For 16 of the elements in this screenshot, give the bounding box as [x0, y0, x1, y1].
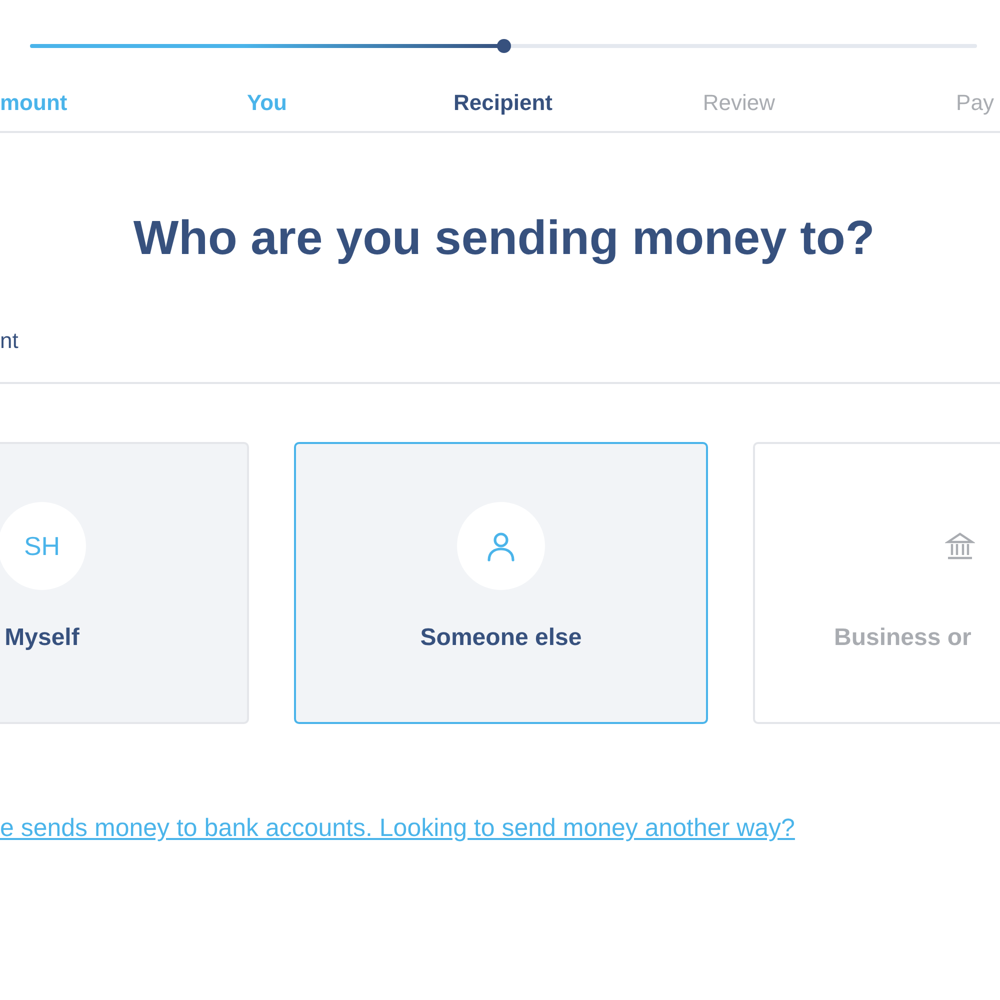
progress-dot	[496, 39, 510, 53]
step-label[interactable]: Pay	[956, 90, 994, 116]
option-label: Business or	[834, 624, 972, 652]
step-label[interactable]: Recipient	[453, 90, 553, 116]
send-another-way-link[interactable]: e sends money to bank accounts. Looking to send money another way?	[0, 814, 1000, 843]
recipient-option-card[interactable]: SH Myself	[0, 442, 249, 724]
step-label[interactable]: Review	[702, 90, 776, 116]
bank-icon	[945, 531, 975, 561]
initials-avatar: SH	[0, 502, 86, 590]
recipient-option-card[interactable]: Someone else	[294, 442, 708, 724]
option-label: Myself	[4, 624, 80, 652]
step-label[interactable]: You	[247, 90, 287, 116]
step-label[interactable]: mount	[0, 90, 68, 116]
option-label: Someone else	[420, 624, 582, 652]
page-heading: Who are you sending money to?	[132, 211, 876, 266]
section-label: nt	[0, 328, 20, 355]
